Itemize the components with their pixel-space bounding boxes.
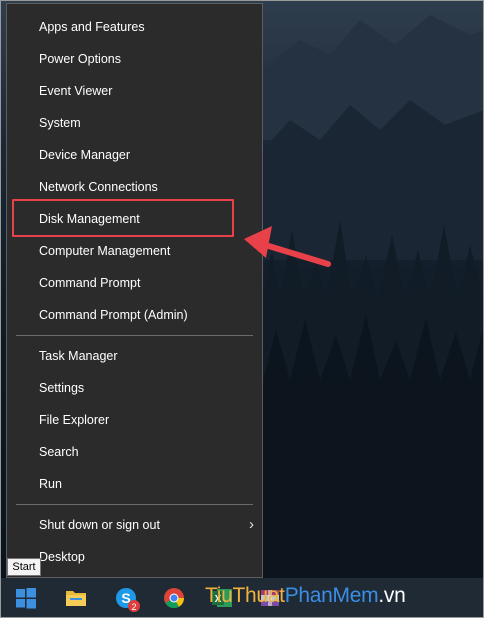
menu-item-task-manager[interactable]: Task Manager [7, 342, 262, 370]
menu-item-apps-and-features[interactable]: Apps and Features [7, 13, 262, 41]
start-tooltip: Start [7, 558, 41, 576]
menu-separator [16, 504, 253, 505]
menu-item-desktop[interactable]: Desktop [7, 543, 262, 571]
menu-item-event-viewer[interactable]: Event Viewer [7, 77, 262, 105]
chrome-icon [164, 588, 185, 609]
skype-badge: 2 [131, 602, 136, 612]
menu-item-search[interactable]: Search [7, 438, 262, 466]
watermark: TiuThuatPhanMem.vn [205, 584, 406, 607]
menu-item-command-prompt[interactable]: Command Prompt [7, 269, 262, 297]
menu-item-settings[interactable]: Settings [7, 374, 262, 402]
chevron-right-icon: › [249, 516, 254, 533]
start-button[interactable] [4, 578, 48, 618]
menu-item-device-manager[interactable]: Device Manager [7, 141, 262, 169]
winx-context-menu: Apps and Features Power Options Event Vi… [6, 3, 263, 578]
file-explorer-icon [66, 591, 86, 606]
menu-separator [16, 335, 253, 336]
skype-icon: S 2 [116, 588, 140, 612]
annotation-arrow-icon [244, 226, 331, 267]
windows-start-icon [16, 588, 36, 609]
menu-item-label: Shut down or sign out [39, 518, 160, 532]
menu-item-system[interactable]: System [7, 109, 262, 137]
menu-item-command-prompt-admin[interactable]: Command Prompt (Admin) [7, 301, 262, 329]
menu-item-file-explorer[interactable]: File Explorer [7, 406, 262, 434]
taskbar-skype[interactable]: S 2 [104, 578, 148, 618]
menu-item-power-options[interactable]: Power Options [7, 45, 262, 73]
taskbar-file-explorer[interactable] [54, 578, 98, 618]
annotation-highlight-box [12, 199, 234, 237]
taskbar-chrome[interactable] [152, 578, 196, 618]
menu-item-computer-management[interactable]: Computer Management [7, 237, 262, 265]
menu-item-run[interactable]: Run [7, 470, 262, 498]
menu-item-shut-down-or-sign-out[interactable]: Shut down or sign out › [7, 511, 262, 539]
menu-item-network-connections[interactable]: Network Connections [7, 173, 262, 201]
